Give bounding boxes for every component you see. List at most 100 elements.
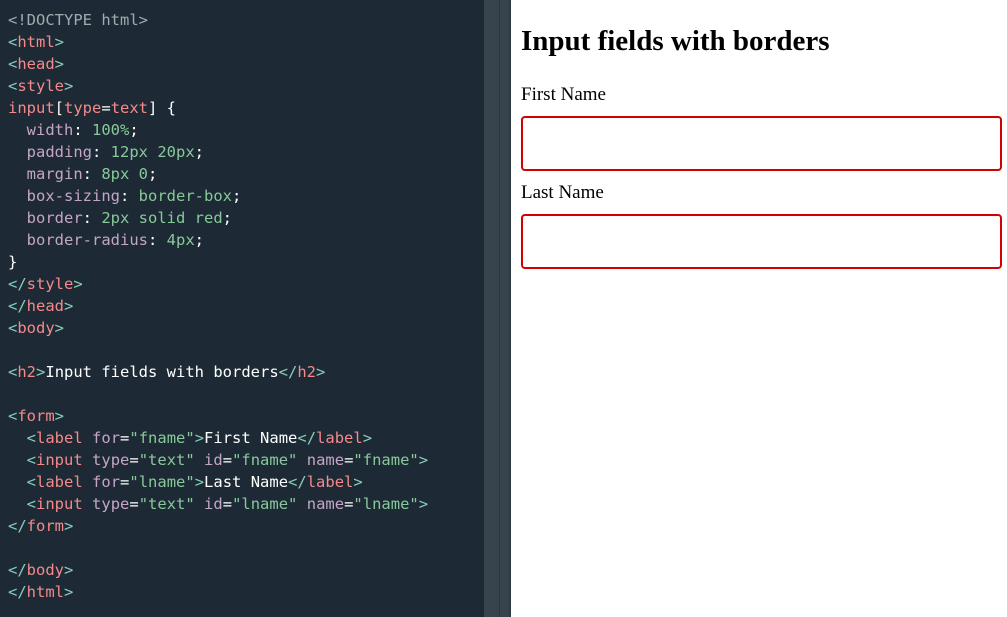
pane-resize-handle[interactable] [484, 0, 511, 617]
code-token-br: </ [278, 363, 298, 381]
code-token-aval: "fname" [129, 429, 195, 447]
code-token-punc: ; [194, 231, 205, 249]
code-token-tag: label [316, 429, 363, 447]
code-line: <input type="text" id="fname" name="fnam… [8, 449, 484, 471]
code-token-aval: "lname" [353, 495, 419, 513]
first-name-label: First Name [521, 84, 606, 105]
divider-line [499, 0, 500, 617]
code-token-punc: = [344, 451, 354, 469]
code-line: input[type=text] { [8, 97, 484, 119]
code-token-punc: : [148, 231, 167, 249]
code-token-attr: type [92, 495, 130, 513]
page-heading: Input fields with borders [521, 25, 830, 57]
code-token-sel: text [110, 99, 149, 117]
code-token-br: < [8, 363, 18, 381]
code-token-tag: html [17, 33, 55, 51]
code-token-punc: = [222, 495, 233, 513]
code-token-val: 12px 20px [110, 143, 195, 161]
code-token-attr: for [92, 473, 121, 491]
code-token-br: </ [8, 275, 27, 293]
code-line: </form> [8, 515, 484, 537]
code-token-punc: ] { [148, 99, 177, 117]
code-token-br: < [26, 495, 37, 513]
code-token-val: 8px 0 [101, 165, 149, 183]
last-name-input[interactable] [521, 214, 1002, 269]
code-line: width: 100%; [8, 119, 484, 141]
code-token-br: > [64, 561, 74, 579]
code-token-br: < [26, 473, 37, 491]
code-token-br: </ [8, 297, 27, 315]
code-token-attr: type [92, 451, 130, 469]
code-token-aval: "text" [138, 495, 195, 513]
code-token-punc [195, 451, 204, 469]
code-token-br: < [8, 77, 18, 95]
code-line: </style> [8, 273, 484, 295]
code-token-aval: "lname" [232, 495, 298, 513]
code-token-tag: html [26, 583, 64, 601]
code-token-punc [83, 473, 92, 491]
code-token-punc [297, 495, 306, 513]
code-token-punc: = [344, 495, 354, 513]
code-token-punc: ; [222, 209, 233, 227]
code-token-punc [8, 187, 27, 205]
code-token-prop: padding [26, 143, 92, 161]
code-token-punc: [ [54, 99, 65, 117]
code-token-br: < [8, 319, 18, 337]
code-token-br: > [194, 429, 205, 447]
code-line: <h2>Input fields with borders</h2> [8, 361, 484, 383]
first-name-input[interactable] [521, 116, 1002, 171]
code-token-tag: style [17, 77, 65, 95]
code-token-punc: : [82, 209, 102, 227]
code-token-punc: : [120, 187, 139, 205]
code-token-br: > [54, 55, 65, 73]
code-line: </head> [8, 295, 484, 317]
code-token-tag: form [26, 517, 64, 535]
code-token-tag: head [17, 55, 55, 73]
code-line: <input type="text" id="lname" name="lnam… [8, 493, 484, 515]
code-token-punc: ; [194, 143, 205, 161]
code-token-br: > [54, 319, 65, 337]
code-token-br: > [36, 363, 46, 381]
code-line: margin: 8px 0; [8, 163, 484, 185]
code-token-br: </ [8, 561, 27, 579]
code-token-tag: input [36, 495, 83, 513]
code-line: padding: 12px 20px; [8, 141, 484, 163]
code-token-punc: ; [148, 165, 158, 183]
code-token-attr: for [92, 429, 121, 447]
code-token-br: > [353, 473, 363, 491]
code-token-val: border-box [138, 187, 232, 205]
code-token-br: < [8, 407, 18, 425]
code-line: } [8, 251, 484, 273]
code-token-attr: name [306, 495, 345, 513]
code-token-br: < [8, 33, 18, 51]
last-name-label: Last Name [521, 182, 604, 203]
code-token-punc: : [82, 165, 102, 183]
code-token-aval: "lname" [129, 473, 195, 491]
code-line: <style> [8, 75, 484, 97]
code-token-br: > [64, 77, 74, 95]
result-preview: Input fields with borders First Name Las… [511, 0, 1007, 617]
code-token-tag: input [36, 451, 83, 469]
code-token-br: > [418, 451, 429, 469]
code-token-punc: = [222, 451, 233, 469]
code-token-punc [8, 451, 27, 469]
code-token-doctype: <!DOCTYPE html> [8, 11, 148, 29]
code-token-prop: box-sizing [26, 187, 120, 205]
code-token-prop: margin [26, 165, 83, 183]
code-token-punc [8, 209, 27, 227]
code-editor[interactable]: <!DOCTYPE html> <html> <head> <style> input[… [0, 0, 484, 617]
code-token-punc: } [8, 253, 18, 271]
code-token-tag: body [26, 561, 64, 579]
code-token-br: > [64, 517, 74, 535]
code-token-punc [83, 451, 92, 469]
code-token-br: > [362, 429, 373, 447]
code-token-prop: border [26, 209, 83, 227]
code-line: </body> [8, 559, 484, 581]
code-token-punc: = [120, 473, 130, 491]
code-token-punc: ; [232, 187, 242, 205]
code-token-tag: head [26, 297, 64, 315]
code-line: box-sizing: border-box; [8, 185, 484, 207]
code-token-punc [8, 121, 27, 139]
code-token-punc [8, 165, 27, 183]
